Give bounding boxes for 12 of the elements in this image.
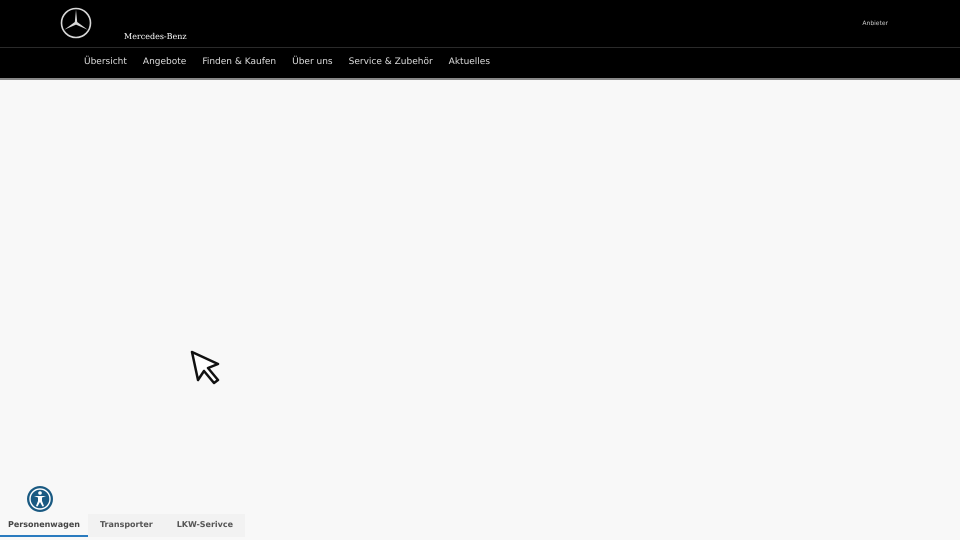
nav-link[interactable]: Übersicht bbox=[84, 56, 127, 70]
cursor-icon bbox=[190, 350, 222, 386]
nav-link[interactable]: Service & Zubehör bbox=[348, 56, 433, 70]
brand-name: Mercedes-Benz bbox=[124, 31, 187, 43]
accessibility-icon[interactable] bbox=[26, 485, 54, 513]
nav-link[interactable]: Über uns bbox=[292, 56, 333, 70]
nav-link[interactable]: Aktuelles bbox=[448, 56, 490, 70]
star-logo-icon[interactable] bbox=[60, 7, 92, 39]
nav-link[interactable]: Finden & Kaufen bbox=[202, 56, 276, 70]
category-tab[interactable]: LKW-Serivce bbox=[164, 514, 246, 537]
category-tab[interactable]: Transporter bbox=[88, 514, 165, 537]
nav-link[interactable]: Angebote bbox=[142, 56, 186, 70]
